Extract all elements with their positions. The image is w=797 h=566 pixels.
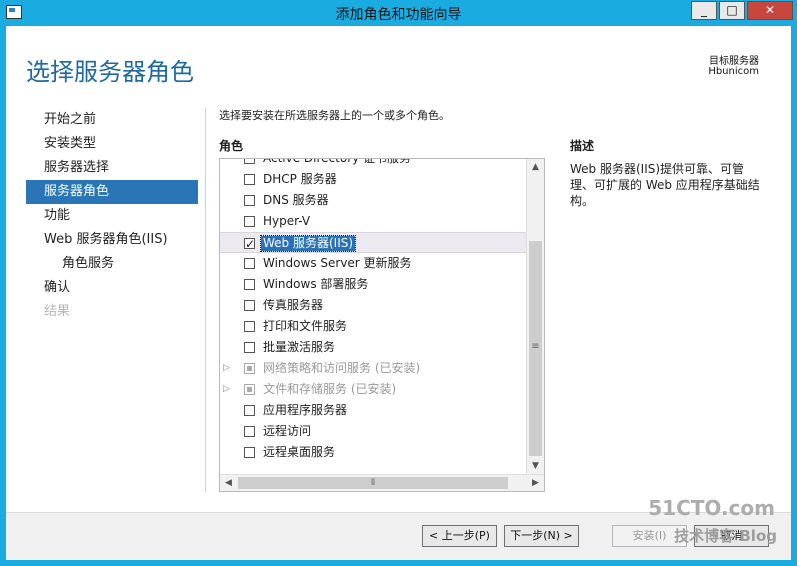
roles-list-content: Active Directory 证书服务 DHCP 服务器 DNS 服务器 H… bbox=[220, 158, 526, 463]
watermark-tagline: 技术博客 Blog bbox=[674, 527, 777, 545]
list-item[interactable]: 批量激活服务 bbox=[220, 337, 526, 358]
role-checkbox[interactable] bbox=[244, 195, 255, 206]
horizontal-scrollbar[interactable]: ◀ ⦀ ▶ bbox=[220, 474, 544, 491]
scroll-left-icon[interactable]: ◀ bbox=[220, 475, 237, 491]
role-label: 文件和存储服务 (已安装) bbox=[263, 382, 397, 396]
close-button[interactable]: ✕ bbox=[747, 1, 793, 20]
list-item[interactable]: 应用程序服务器 bbox=[220, 400, 526, 421]
nav-divider bbox=[205, 108, 206, 492]
role-label: DNS 服务器 bbox=[263, 193, 329, 207]
watermark-logo: 51CTO.com bbox=[648, 496, 775, 520]
role-checkbox[interactable] bbox=[244, 216, 255, 227]
nav-item-role-services[interactable]: 角色服务 bbox=[26, 252, 198, 276]
nav-item-confirmation[interactable]: 确认 bbox=[26, 276, 198, 300]
description-text: Web 服务器(IIS)提供可靠、可管理、可扩展的 Web 应用程序基础结构。 bbox=[570, 162, 760, 208]
scroll-down-icon[interactable]: ▼ bbox=[527, 458, 544, 475]
list-item[interactable]: Windows 部署服务 bbox=[220, 274, 526, 295]
role-label: Web 服务器(IIS) bbox=[259, 235, 357, 252]
horizontal-scroll-thumb[interactable]: ⦀ bbox=[238, 477, 508, 489]
window-title: 添加角色和功能向导 bbox=[335, 7, 462, 23]
role-checkbox[interactable] bbox=[244, 342, 255, 353]
nav-item-installation-type[interactable]: 安装类型 bbox=[26, 132, 198, 156]
list-item-selected[interactable]: Web 服务器(IIS) bbox=[220, 232, 526, 255]
list-item[interactable]: ▷ 文件和存储服务 (已安装) bbox=[220, 379, 526, 400]
role-checkbox[interactable] bbox=[244, 258, 255, 269]
roles-list[interactable]: Active Directory 证书服务 DHCP 服务器 DNS 服务器 H… bbox=[219, 158, 545, 492]
role-label: Hyper-V bbox=[263, 214, 311, 228]
role-label: DHCP 服务器 bbox=[263, 172, 337, 186]
nav-item-before-you-begin[interactable]: 开始之前 bbox=[26, 108, 198, 132]
previous-button[interactable]: < 上一步(P) bbox=[422, 525, 497, 547]
vertical-scroll-thumb[interactable]: ≡ bbox=[529, 241, 542, 456]
role-checkbox[interactable] bbox=[244, 300, 255, 311]
nav-item-features[interactable]: 功能 bbox=[26, 204, 198, 228]
page-title: 选择服务器角色 bbox=[26, 58, 194, 86]
role-checkbox[interactable] bbox=[244, 279, 255, 290]
role-checkbox-installed bbox=[244, 363, 255, 374]
role-label: Active Directory 证书服务 bbox=[263, 158, 412, 165]
role-checkbox[interactable] bbox=[244, 426, 255, 437]
destination-server-label: 目标服务器 bbox=[709, 56, 759, 67]
list-item[interactable]: Active Directory 证书服务 bbox=[220, 158, 526, 169]
list-item[interactable]: 远程访问 bbox=[220, 421, 526, 442]
role-checkbox[interactable] bbox=[244, 405, 255, 416]
list-item[interactable]: DNS 服务器 bbox=[220, 190, 526, 211]
list-item[interactable]: Windows Server 更新服务 bbox=[220, 253, 526, 274]
role-label: 网络策略和访问服务 (已安装) bbox=[263, 361, 421, 375]
next-button[interactable]: 下一步(N) > bbox=[504, 525, 579, 547]
instruction-text: 选择要安装在所选服务器上的一个或多个角色。 bbox=[219, 109, 450, 122]
description-header: 描述 bbox=[570, 139, 595, 153]
role-checkbox[interactable] bbox=[244, 447, 255, 458]
role-checkbox-checked[interactable] bbox=[244, 234, 255, 255]
wizard-nav: 开始之前 安装类型 服务器选择 服务器角色 功能 Web 服务器角色(IIS) … bbox=[26, 108, 198, 324]
list-item[interactable]: 远程桌面服务 bbox=[220, 442, 526, 463]
role-checkbox[interactable] bbox=[244, 174, 255, 185]
list-item[interactable]: 传真服务器 bbox=[220, 295, 526, 316]
list-item[interactable]: ▷ 网络策略和访问服务 (已安装) bbox=[220, 358, 526, 379]
nav-item-results: 结果 bbox=[44, 304, 71, 319]
nav-item-web-server-role[interactable]: Web 服务器角色(IIS) bbox=[26, 228, 198, 252]
scroll-up-icon[interactable]: ▲ bbox=[527, 159, 544, 176]
role-label: 应用程序服务器 bbox=[263, 403, 348, 417]
role-label: 传真服务器 bbox=[263, 298, 324, 312]
expand-arrow-icon[interactable]: ▷ bbox=[223, 379, 233, 400]
role-label: 远程桌面服务 bbox=[263, 445, 336, 459]
role-label: Windows Server 更新服务 bbox=[263, 256, 412, 270]
roles-header: 角色 bbox=[219, 139, 244, 153]
list-item[interactable]: 打印和文件服务 bbox=[220, 316, 526, 337]
minimize-button[interactable]: _ bbox=[691, 1, 717, 20]
nav-item-server-selection[interactable]: 服务器选择 bbox=[26, 156, 198, 180]
vertical-scrollbar[interactable]: ▲ ≡ ▼ bbox=[526, 159, 544, 475]
title-bar: 添加角色和功能向导 _ □ ✕ bbox=[0, 0, 797, 26]
role-checkbox[interactable] bbox=[244, 159, 255, 164]
role-label: 打印和文件服务 bbox=[263, 319, 348, 333]
maximize-button[interactable]: □ bbox=[719, 1, 745, 20]
scroll-right-icon[interactable]: ▶ bbox=[527, 475, 544, 491]
role-label: Windows 部署服务 bbox=[263, 277, 369, 291]
role-checkbox-installed bbox=[244, 384, 255, 395]
nav-item-server-roles[interactable]: 服务器角色 bbox=[26, 180, 198, 204]
list-item[interactable]: DHCP 服务器 bbox=[220, 169, 526, 190]
role-label: 远程访问 bbox=[263, 424, 312, 438]
role-label: 批量激活服务 bbox=[263, 340, 336, 354]
role-checkbox[interactable] bbox=[244, 321, 255, 332]
expand-arrow-icon[interactable]: ▷ bbox=[223, 358, 233, 379]
list-item[interactable]: Hyper-V bbox=[220, 211, 526, 232]
destination-server-name: Hbunicom bbox=[708, 66, 759, 77]
grip-icon: ≡ bbox=[531, 341, 540, 352]
